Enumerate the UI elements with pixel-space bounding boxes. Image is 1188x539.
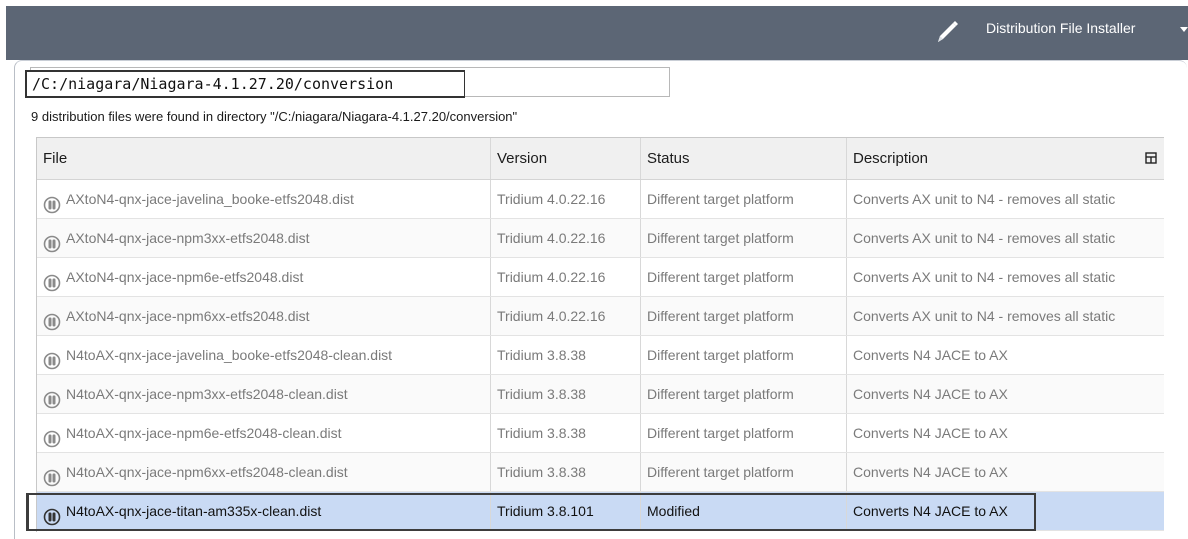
table-row[interactable]: AXtoN4-qnx-jace-npm3xx-etfs2048.dist Trid…	[37, 219, 1164, 258]
cell-status: Different target platform	[641, 258, 847, 296]
cell-file: N4toAX-qnx-jace-npm6e-etfs2048-clean.dis…	[37, 414, 491, 452]
column-chooser-icon[interactable]	[1145, 152, 1157, 164]
file-name: AXtoN4-qnx-jace-javelina_booke-etfs2048.…	[66, 191, 354, 207]
column-header-status[interactable]: Status	[641, 138, 847, 179]
column-header-description[interactable]: Description	[847, 138, 1164, 179]
view-selector[interactable]: Distribution File Installer	[986, 16, 1135, 40]
cell-version: Tridium 3.8.38	[491, 414, 641, 452]
cell-status: Different target platform	[641, 180, 847, 218]
cell-status: Different target platform	[641, 297, 847, 335]
dist-file-icon	[43, 346, 61, 370]
cell-status: Different target platform	[641, 453, 847, 491]
cell-version: Tridium 4.0.22.16	[491, 258, 641, 296]
file-name: AXtoN4-qnx-jace-npm6xx-etfs2048.dist	[66, 308, 310, 324]
table-row[interactable]: AXtoN4-qnx-jace-javelina_booke-etfs2048.…	[37, 180, 1164, 219]
cell-version: Tridium 4.0.22.16	[491, 297, 641, 335]
cell-file: N4toAX-qnx-jace-titan-am335x-clean.dist	[37, 492, 491, 530]
dist-file-icon	[43, 307, 61, 331]
found-files-message: 9 distribution files were found in direc…	[31, 109, 518, 124]
cell-file: N4toAX-qnx-jace-npm6xx-etfs2048-clean.di…	[37, 453, 491, 491]
file-name: N4toAX-qnx-jace-titan-am335x-clean.dist	[66, 503, 322, 519]
table-row[interactable]: N4toAX-qnx-jace-npm6e-etfs2048-clean.dis…	[37, 414, 1164, 453]
cell-file: N4toAX-qnx-jace-javelina_booke-etfs2048-…	[37, 336, 491, 374]
file-name: N4toAX-qnx-jace-npm6xx-etfs2048-clean.di…	[66, 464, 348, 480]
table-row[interactable]: N4toAX-qnx-jace-npm3xx-etfs2048-clean.di…	[37, 375, 1164, 414]
dist-file-icon	[43, 385, 61, 409]
pencil-icon[interactable]	[932, 16, 962, 46]
dist-file-icon	[43, 229, 61, 253]
table-row[interactable]: AXtoN4-qnx-jace-npm6e-etfs2048.dist Tridi…	[37, 258, 1164, 297]
cell-status: Different target platform	[641, 219, 847, 257]
file-name: AXtoN4-qnx-jace-npm6e-etfs2048.dist	[66, 269, 304, 285]
distribution-files-table: File Version Status Description AXtoN4-q…	[36, 137, 1164, 532]
cell-description: Converts N4 JACE to AX	[853, 503, 1008, 519]
cell-status: Different target platform	[641, 336, 847, 374]
cell-status: Different target platform	[641, 375, 847, 413]
dist-file-icon	[43, 424, 61, 448]
dist-file-icon	[43, 268, 61, 292]
cell-status: Modified	[641, 492, 847, 530]
table-row[interactable]: N4toAX-qnx-jace-titan-am335x-clean.dist T…	[37, 492, 1164, 531]
cell-description: Converts N4 JACE to AX	[853, 425, 1008, 441]
file-name: N4toAX-qnx-jace-npm3xx-etfs2048-clean.di…	[66, 386, 348, 402]
cell-version: Tridium 3.8.38	[491, 453, 641, 491]
cell-description: Converts AX unit to N4 - removes all sta…	[853, 191, 1116, 207]
dist-file-icon	[43, 463, 61, 487]
dist-file-icon	[43, 190, 61, 214]
cell-file: AXtoN4-qnx-jace-npm3xx-etfs2048.dist	[37, 219, 491, 257]
cell-description: Converts AX unit to N4 - removes all sta…	[853, 230, 1116, 246]
cell-status: Different target platform	[641, 414, 847, 452]
cell-file: AXtoN4-qnx-jace-javelina_booke-etfs2048.…	[37, 180, 491, 218]
directory-path-input[interactable]: /C:/niagara/Niagara-4.1.27.20/conversion	[25, 70, 465, 98]
dist-file-icon	[43, 502, 61, 526]
table-row[interactable]: AXtoN4-qnx-jace-npm6xx-etfs2048.dist Trid…	[37, 297, 1164, 336]
cell-description: Converts AX unit to N4 - removes all sta…	[853, 269, 1116, 285]
file-name: N4toAX-qnx-jace-javelina_booke-etfs2048-…	[66, 347, 393, 363]
cell-description: Converts N4 JACE to AX	[853, 386, 1008, 402]
file-name: AXtoN4-qnx-jace-npm3xx-etfs2048.dist	[66, 230, 310, 246]
cell-description: Converts AX unit to N4 - removes all sta…	[853, 308, 1116, 324]
cell-file: AXtoN4-qnx-jace-npm6e-etfs2048.dist	[37, 258, 491, 296]
cell-version: Tridium 3.8.38	[491, 375, 641, 413]
cell-description: Converts N4 JACE to AX	[853, 464, 1008, 480]
cell-version: Tridium 4.0.22.16	[491, 180, 641, 218]
cell-file: N4toAX-qnx-jace-npm3xx-etfs2048-clean.di…	[37, 375, 491, 413]
cell-version: Tridium 4.0.22.16	[491, 219, 641, 257]
file-name: N4toAX-qnx-jace-npm6e-etfs2048-clean.dis…	[66, 425, 342, 441]
table-row[interactable]: N4toAX-qnx-jace-npm6xx-etfs2048-clean.di…	[37, 453, 1164, 492]
cell-description: Converts N4 JACE to AX	[853, 347, 1008, 363]
table-row[interactable]: N4toAX-qnx-jace-javelina_booke-etfs2048-…	[37, 336, 1164, 375]
cell-version: Tridium 3.8.101	[491, 492, 641, 530]
chevron-down-icon[interactable]	[1180, 27, 1188, 32]
cell-file: AXtoN4-qnx-jace-npm6xx-etfs2048.dist	[37, 297, 491, 335]
cell-version: Tridium 3.8.38	[491, 336, 641, 374]
table-header: File Version Status Description	[37, 138, 1164, 180]
column-header-version[interactable]: Version	[491, 138, 641, 179]
column-header-file[interactable]: File	[37, 138, 491, 179]
